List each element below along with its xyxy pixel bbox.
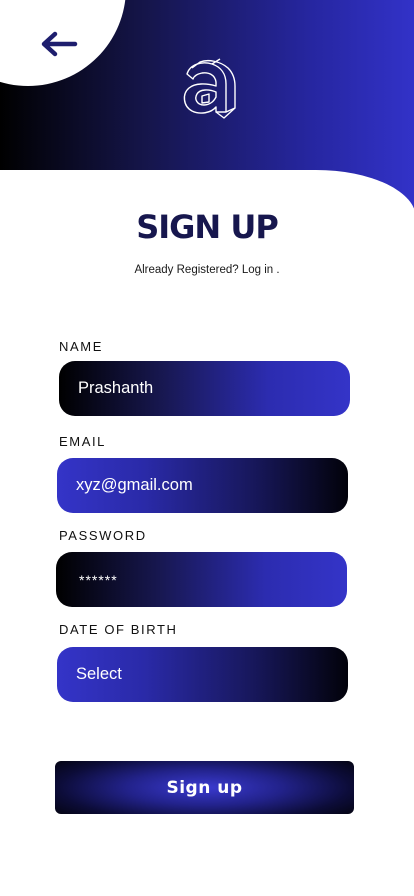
arrow-left-icon[interactable] [38, 30, 80, 58]
dob-select[interactable]: Select [57, 647, 348, 702]
sign-up-button[interactable]: Sign up [55, 761, 354, 814]
page-title: SIGN UP [136, 208, 279, 246]
name-field-value: Prashanth [78, 379, 154, 397]
name-label: NAME [59, 339, 103, 354]
dob-select-value: Select [76, 665, 122, 683]
dob-label: DATE OF BIRTH [59, 622, 178, 637]
email-label: EMAIL [59, 434, 107, 449]
password-label: PASSWORD [59, 528, 147, 543]
name-field[interactable]: Prashanth [59, 361, 350, 416]
login-link[interactable]: Already Registered? Log in . [0, 264, 414, 276]
email-field-value: xyz@gmail.com [76, 476, 193, 494]
password-field[interactable]: ****** [56, 552, 347, 607]
email-field[interactable]: xyz@gmail.com [57, 458, 348, 513]
password-field-value: ****** [79, 571, 118, 588]
header-banner [0, 0, 414, 450]
letter-a-logo-icon [183, 58, 236, 119]
sign-up-screen: SIGN UP Already Registered? Log in . NAM… [0, 0, 414, 896]
